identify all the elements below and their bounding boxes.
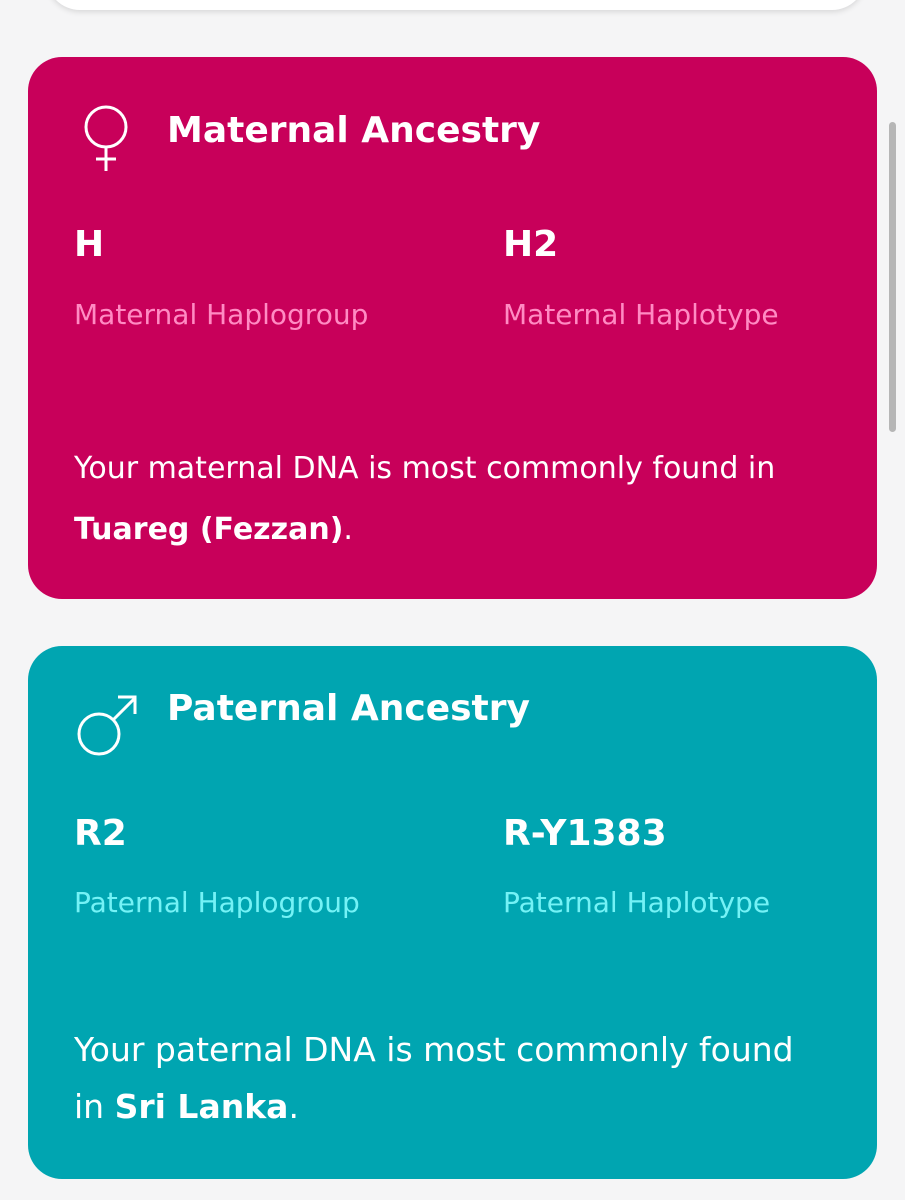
scrollbar-thumb[interactable] (889, 122, 896, 432)
paternal-haplotype-value: R-Y1383 (503, 813, 667, 854)
paternal-ancestry-title: Paternal Ancestry (167, 688, 530, 729)
paternal-haplotype-label: Paternal Haplotype (503, 886, 771, 919)
male-symbol-icon (77, 695, 137, 756)
paternal-description-suffix: . (288, 1087, 299, 1126)
female-symbol-icon (84, 105, 128, 171)
maternal-description-place: Tuareg (Fezzan) (74, 512, 344, 547)
maternal-haplotype-value: H2 (503, 224, 559, 265)
paternal-description: Your paternal DNA is most commonly found… (74, 1021, 834, 1135)
paternal-ancestry-card[interactable]: Paternal Ancestry R2 Paternal Haplogroup… (28, 646, 877, 1179)
maternal-haplogroup-value: H (74, 224, 105, 265)
maternal-ancestry-title: Maternal Ancestry (167, 110, 541, 151)
maternal-haplogroup-label: Maternal Haplogroup (74, 298, 369, 331)
maternal-ancestry-card[interactable]: Maternal Ancestry H Maternal Haplogroup … (28, 57, 877, 599)
previous-card (46, 0, 866, 10)
maternal-description: Your maternal DNA is most commonly found… (74, 438, 844, 560)
maternal-description-suffix: . (343, 512, 353, 547)
paternal-description-place: Sri Lanka (114, 1087, 289, 1126)
maternal-haplotype-label: Maternal Haplotype (503, 298, 779, 331)
paternal-haplogroup-value: R2 (74, 813, 127, 854)
paternal-haplogroup-label: Paternal Haplogroup (74, 886, 360, 919)
maternal-description-prefix: Your maternal DNA is most commonly found… (74, 451, 776, 486)
